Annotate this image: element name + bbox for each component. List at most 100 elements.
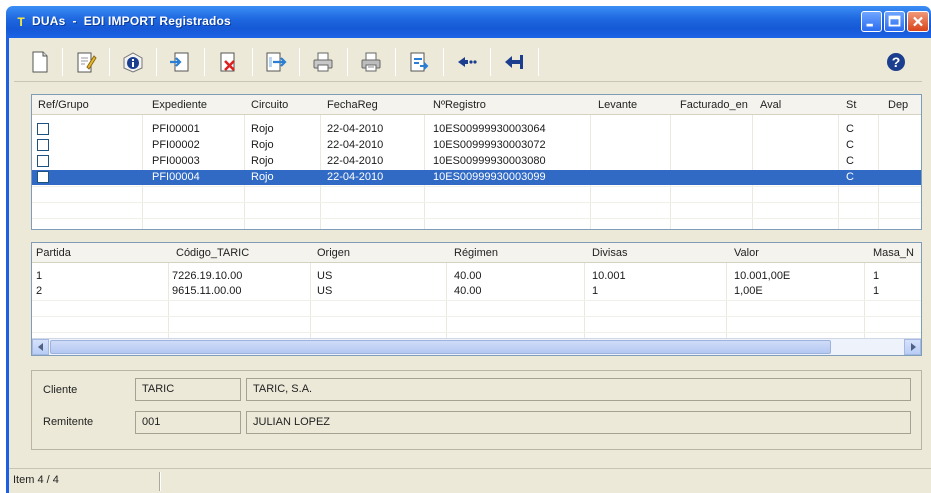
client-info-panel: Cliente TARIC TARIC, S.A. Remitente 001 … [31,370,922,450]
scroll-left-icon [37,343,43,351]
cell-fechareg: 22-04-2010 [327,139,384,151]
table-row[interactable]: PFI00003 Rojo 22-04-2010 10ES00999930003… [32,154,921,169]
send-document-icon [410,52,429,72]
import-button[interactable] [162,45,198,79]
status-item-count: Item 4 / 4 [13,474,59,486]
cell-divisas: 10.001 [592,270,626,282]
partidas-header: Partida Código_TARIC Origen Régimen Divi… [32,243,921,263]
table-row[interactable]: 1 7226.19.10.00 US 40.00 10.001 10.001,0… [32,269,921,284]
export-button[interactable] [258,45,294,79]
add-arrow-icon [458,57,477,67]
print-preview-button[interactable] [353,45,389,79]
row-checkbox[interactable] [37,171,49,183]
cliente-code-field[interactable]: TARIC [135,378,241,401]
cell-valor: 10.001,00E [734,270,791,282]
cell-st: C [846,171,854,183]
row-checkbox[interactable] [37,139,49,151]
col-aval[interactable]: Aval [760,95,781,115]
maximize-button[interactable] [884,11,905,32]
cell-fechareg: 22-04-2010 [327,123,384,135]
return-button[interactable] [496,45,532,79]
table-row[interactable]: 2 9615.11.00.00 US 40.00 1 1,00E 1 [32,284,921,299]
table-row[interactable]: PFI00001 Rojo 22-04-2010 10ES00999930003… [32,122,921,137]
col-valor[interactable]: Valor [734,243,759,263]
app-icon: T [17,15,25,29]
table-row[interactable]: PFI00002 Rojo 22-04-2010 10ES00999930003… [32,138,921,153]
status-bar: Item 4 / 4 [9,468,931,493]
send-button[interactable] [401,45,437,79]
cell-st: C [846,123,854,135]
cell-regimen: 40.00 [454,285,482,297]
edit-document-icon [77,52,97,73]
col-circuito[interactable]: Circuito [251,95,288,115]
expedientes-grid: Ref/Grupo Expediente Circuito FechaReg N… [31,94,922,230]
scroll-right-button[interactable] [904,339,921,355]
col-fechareg[interactable]: FechaReg [327,95,378,115]
maximize-icon [888,15,901,27]
help-icon: ? [887,53,905,71]
new-button[interactable] [22,45,58,79]
cell-codigo-taric: 7226.19.10.00 [172,270,243,282]
cell-nregistro: 10ES00999930003064 [433,123,546,135]
col-nregistro[interactable]: NºRegistro [433,95,486,115]
cell-expediente: PFI00002 [152,139,200,151]
cell-valor: 1,00E [734,285,763,297]
window-title: DUAs - EDI IMPORT Registrados [32,14,231,28]
table-row-selected[interactable]: PFI00004 Rojo 22-04-2010 10ES00999930003… [32,170,921,185]
cell-fechareg: 22-04-2010 [327,155,384,167]
cell-expediente: PFI00003 [152,155,200,167]
new-document-icon [32,51,48,73]
delete-document-icon [220,52,235,72]
col-partida[interactable]: Partida [36,243,71,263]
col-facturado-en[interactable]: Facturado_en [680,95,748,115]
scroll-left-button[interactable] [32,339,49,355]
close-button[interactable] [907,11,929,32]
info-icon [123,52,143,73]
cell-codigo-taric: 9615.11.00.00 [172,285,242,297]
window: T DUAs - EDI IMPORT Registrados ? Ref/Gr… [0,0,931,493]
cell-nregistro: 10ES00999930003072 [433,139,546,151]
import-icon [170,52,189,72]
minimize-button[interactable] [861,11,882,32]
cell-nregistro: 10ES00999930003080 [433,155,546,167]
delete-button[interactable] [210,45,246,79]
horizontal-scrollbar[interactable] [32,338,921,355]
info-button[interactable] [115,45,151,79]
print-button[interactable] [305,45,341,79]
cell-st: C [846,155,854,167]
edit-button[interactable] [68,45,104,79]
scroll-thumb[interactable] [50,340,831,354]
help-button[interactable]: ? [878,45,914,79]
cell-origen: US [317,285,333,297]
col-divisas[interactable]: Divisas [592,243,627,263]
add-button[interactable] [449,45,485,79]
cliente-name-field[interactable]: TARIC, S.A. [246,378,911,401]
return-arrow-icon [505,55,523,69]
col-masa-n[interactable]: Masa_N [873,243,914,263]
cell-st: C [846,139,854,151]
toolbar: ? [14,42,922,82]
col-st[interactable]: St [846,95,856,115]
col-regimen[interactable]: Régimen [454,243,498,263]
export-document-icon [266,52,287,72]
col-dep[interactable]: Dep [888,95,908,115]
partidas-grid: Partida Código_TARIC Origen Régimen Divi… [31,242,922,356]
col-levante[interactable]: Levante [598,95,637,115]
row-checkbox[interactable] [37,155,49,167]
row-checkbox[interactable] [37,123,49,135]
expedientes-header: Ref/Grupo Expediente Circuito FechaReg N… [32,95,921,115]
col-expediente[interactable]: Expediente [152,95,207,115]
print-icon [313,52,333,72]
col-codigo-taric[interactable]: Código_TARIC [176,243,249,263]
minimize-icon [866,23,873,27]
cell-partida: 2 [36,285,43,297]
col-ref-grupo[interactable]: Ref/Grupo [38,95,89,115]
cell-masa-n: 1 [873,270,880,282]
col-origen[interactable]: Origen [317,243,350,263]
remitente-name-field[interactable]: JULIAN LOPEZ [246,411,911,434]
cell-circuito: Rojo [251,139,274,151]
scroll-right-icon [910,343,916,351]
cell-circuito: Rojo [251,123,274,135]
title-bar[interactable]: T DUAs - EDI IMPORT Registrados [6,6,931,38]
remitente-code-field[interactable]: 001 [135,411,241,434]
